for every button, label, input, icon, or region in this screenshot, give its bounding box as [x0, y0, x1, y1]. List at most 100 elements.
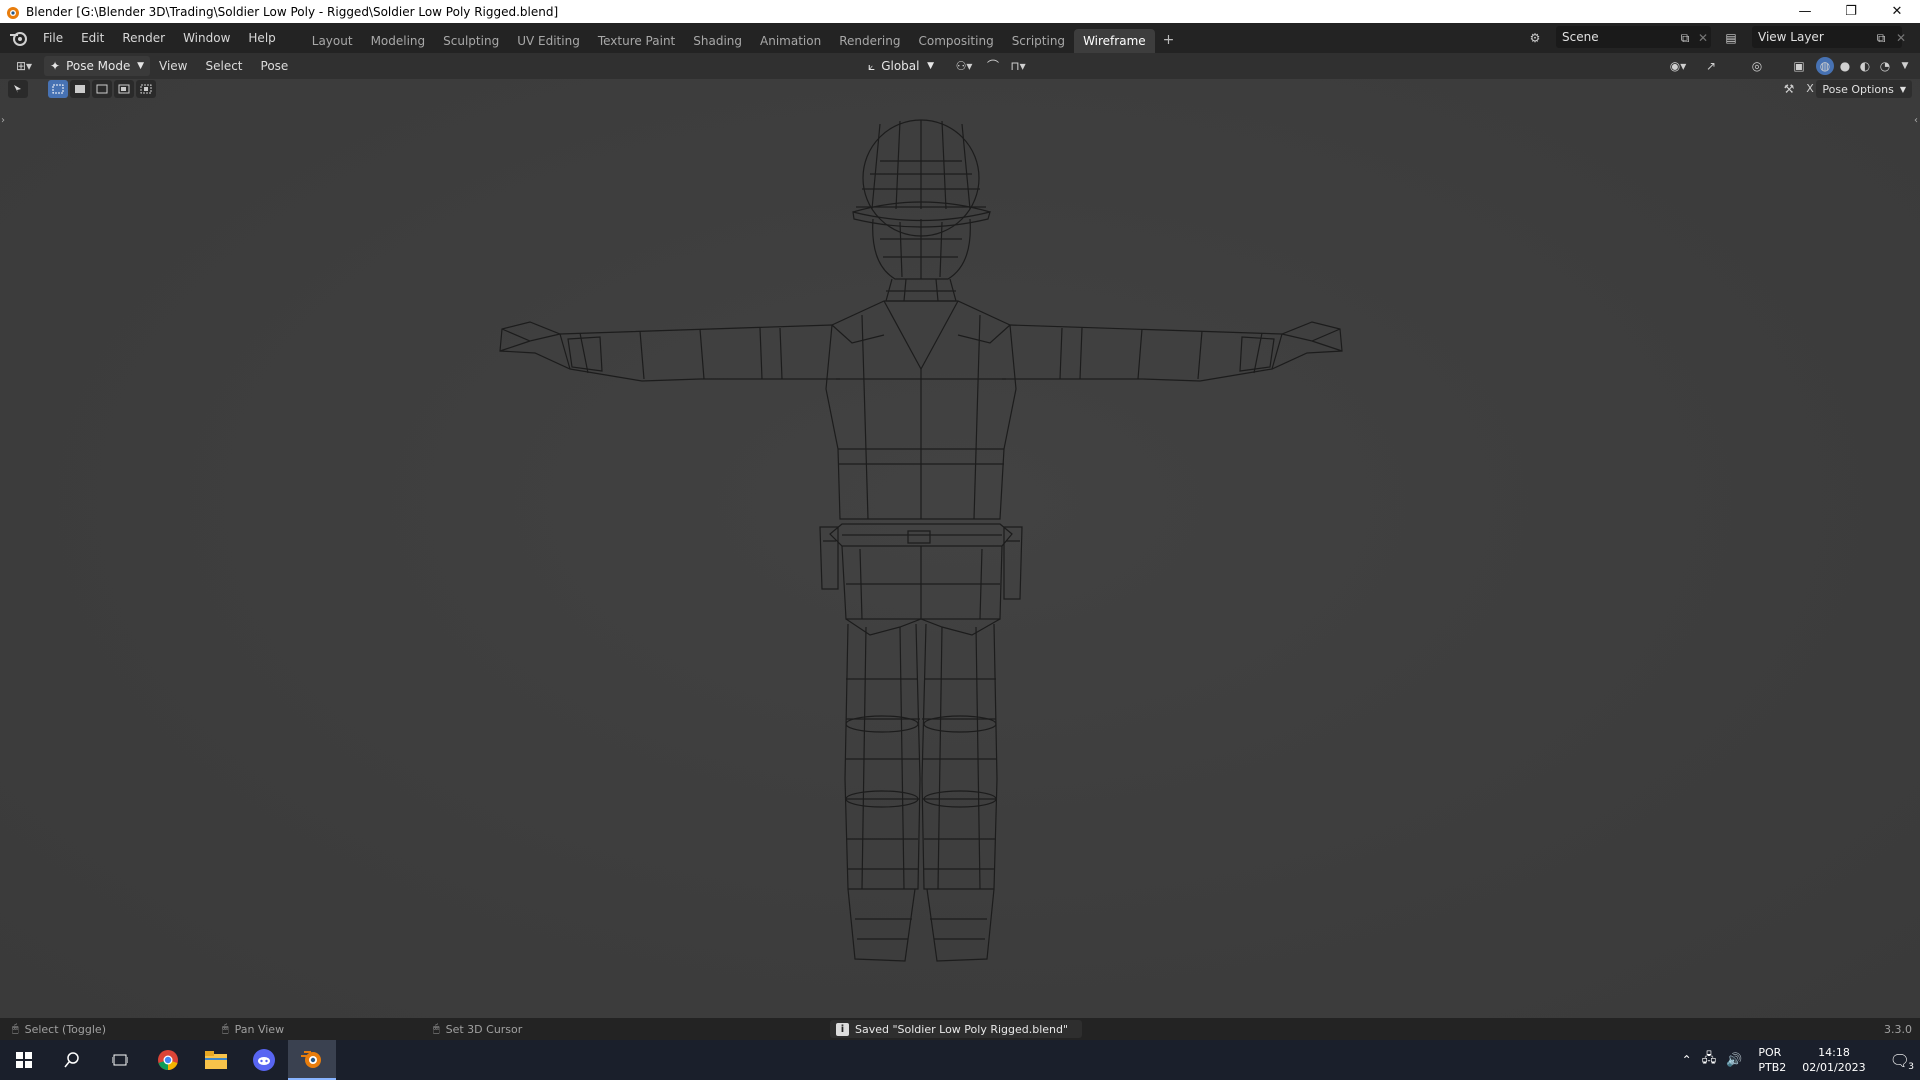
blender-taskbar-icon[interactable] [288, 1040, 336, 1080]
delete-scene-icon[interactable]: ✕ [1694, 29, 1712, 47]
chevron-down-icon: ▼ [1899, 84, 1906, 94]
minimize-button[interactable]: — [1782, 0, 1828, 23]
status-bar: 🖱 Select (Toggle) 🖱 Pan View 🖱 Set 3D Cu… [0, 1018, 1920, 1040]
close-button[interactable]: ✕ [1874, 0, 1920, 23]
menu-file[interactable]: File [34, 27, 72, 49]
menu-window[interactable]: Window [174, 27, 239, 49]
system-tray: ⌃ 🖧 🔊 POR PTB2 14:18 02/01/2023 🗨 3 [1682, 1040, 1920, 1080]
search-icon[interactable] [48, 1040, 96, 1080]
mouse-right-icon: 🖱 [433, 1022, 440, 1035]
chrome-icon[interactable] [144, 1040, 192, 1080]
select-invert-icon[interactable] [114, 80, 134, 98]
tab-shading[interactable]: Shading [684, 29, 751, 53]
rendered-shading-icon[interactable]: ◔ [1876, 57, 1894, 75]
tab-animation[interactable]: Animation [751, 29, 830, 53]
editor-type-icon[interactable]: ⊞▾ [10, 57, 38, 75]
mode-dropdown[interactable]: ✦ Pose Mode ▼ [44, 56, 150, 76]
soldier-wireframe-model[interactable] [0, 79, 1920, 1022]
new-scene-icon[interactable]: ⧉ [1676, 29, 1694, 47]
status-message: Saved "Soldier Low Poly Rigged.blend" [855, 1022, 1069, 1036]
add-workspace-button[interactable]: + [1155, 32, 1183, 48]
blender-logo-icon [7, 6, 19, 19]
blender-version: 3.3.0 [1884, 1022, 1912, 1036]
pivot-point-icon[interactable]: ⚇▾ [950, 57, 978, 75]
tab-modeling[interactable]: Modeling [362, 29, 435, 53]
transform-affect-icon[interactable]: ⚒ [1780, 80, 1798, 98]
view-layer-name: View Layer [1758, 30, 1824, 44]
gizmo-icon[interactable]: ↗ [1702, 57, 1720, 75]
select-intersect-icon[interactable] [136, 80, 156, 98]
clock[interactable]: 14:18 02/01/2023 [1802, 1045, 1865, 1075]
snap-options-icon[interactable]: ⊓▾ [1004, 57, 1032, 75]
tab-texture-paint[interactable]: Texture Paint [589, 29, 684, 53]
orientation-dropdown[interactable]: ⟀ Global ▼ [862, 56, 940, 76]
keyboard-layout: PTB2 [1758, 1061, 1787, 1074]
volume-icon[interactable]: 🔊 [1726, 1053, 1742, 1068]
discord-icon[interactable] [240, 1040, 288, 1080]
chevron-up-icon[interactable]: ⌃ [1682, 1053, 1692, 1067]
menu-pose[interactable]: Pose [252, 55, 298, 77]
language-code: POR [1758, 1046, 1782, 1059]
tab-scripting[interactable]: Scripting [1003, 29, 1074, 53]
overlay-icon[interactable]: ◎ [1748, 57, 1766, 75]
visibility-icon[interactable]: ◉▾ [1664, 57, 1692, 75]
windows-taskbar: ⌃ 🖧 🔊 POR PTB2 14:18 02/01/2023 🗨 3 [0, 1040, 1920, 1080]
tab-wireframe[interactable]: Wireframe [1074, 29, 1155, 53]
orientation-icon: ⟀ [868, 58, 876, 73]
status-left-label: Select (Toggle) [24, 1022, 106, 1036]
blender-menu-icon[interactable] [4, 27, 34, 49]
file-explorer-icon[interactable] [192, 1040, 240, 1080]
window-titlebar: Blender [G:\Blender 3D\Trading\Soldier L… [0, 0, 1920, 23]
restore-button[interactable]: ❐ [1828, 0, 1874, 23]
orientation-label: Global [881, 59, 920, 73]
tab-sculpting[interactable]: Sculpting [434, 29, 508, 53]
menu-select[interactable]: Select [196, 55, 251, 77]
pose-options-dropdown[interactable]: Pose Options ▼ [1816, 80, 1912, 98]
viewport-header: ⊞▾ ✦ Pose Mode ▼ View Select Pose ⟀ Glob… [0, 53, 1920, 79]
mode-label: Pose Mode [66, 59, 131, 73]
tab-uv-editing[interactable]: UV Editing [508, 29, 589, 53]
select-mode-toolbar [8, 80, 156, 98]
scene-name: Scene [1562, 30, 1599, 44]
menu-render[interactable]: Render [113, 27, 174, 49]
solid-shading-icon[interactable]: ● [1836, 57, 1854, 75]
new-view-layer-icon[interactable]: ⧉ [1872, 29, 1890, 47]
notification-icon[interactable]: 🗨 3 [1890, 1051, 1914, 1072]
mouse-left-icon: 🖱 [12, 1022, 19, 1035]
windows-start-icon[interactable] [0, 1040, 48, 1080]
status-middle-label: Pan View [234, 1022, 285, 1036]
pose-mode-icon: ✦ [50, 59, 61, 73]
select-extend-icon[interactable] [70, 80, 90, 98]
notification-count: 3 [1908, 1061, 1914, 1072]
select-tool-icon[interactable] [8, 80, 28, 98]
view-layer-icon[interactable]: ▤ [1722, 29, 1740, 47]
network-icon[interactable]: 🖧 [1702, 1049, 1717, 1071]
status-right-label: Set 3D Cursor [445, 1022, 523, 1036]
tab-compositing[interactable]: Compositing [909, 29, 1002, 53]
mouse-middle-icon: 🖱 [222, 1022, 229, 1035]
task-view-icon[interactable] [96, 1040, 144, 1080]
wireframe-shading-icon[interactable]: ◍ [1816, 57, 1834, 75]
language-indicator[interactable]: POR PTB2 [1758, 1045, 1786, 1075]
shading-options-icon[interactable]: ▼ [1896, 57, 1914, 75]
tab-rendering[interactable]: Rendering [830, 29, 909, 53]
chevron-down-icon: ▼ [927, 61, 934, 71]
menu-edit[interactable]: Edit [72, 27, 113, 49]
menu-view[interactable]: View [150, 55, 196, 77]
chevron-down-icon: ▼ [137, 61, 144, 71]
select-subtract-icon[interactable] [92, 80, 112, 98]
tab-layout[interactable]: Layout [303, 29, 362, 53]
top-bar: File Edit Render Window Help Layout Mode… [0, 23, 1920, 53]
pose-options-label: Pose Options [1822, 82, 1894, 96]
material-shading-icon[interactable]: ◐ [1856, 57, 1874, 75]
clock-date: 02/01/2023 [1802, 1061, 1866, 1074]
delete-view-layer-icon[interactable]: ✕ [1892, 29, 1910, 47]
menu-help[interactable]: Help [239, 27, 284, 49]
snap-toggle-icon[interactable]: ⌒ [984, 57, 1002, 75]
select-set-icon[interactable] [48, 80, 68, 98]
xray-icon[interactable]: ▣ [1790, 57, 1808, 75]
window-title: Blender [G:\Blender 3D\Trading\Soldier L… [26, 4, 559, 19]
info-icon: i [836, 1022, 849, 1036]
scene-selector-icon[interactable]: ⚙ [1526, 29, 1544, 47]
3d-viewport[interactable]: › ‹ [0, 79, 1920, 1022]
